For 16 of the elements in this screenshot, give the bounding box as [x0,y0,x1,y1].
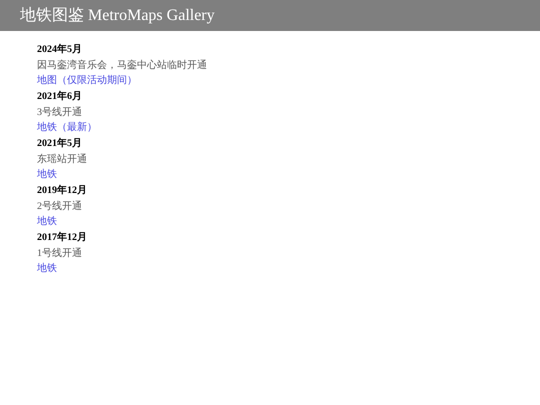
map-link[interactable]: 地铁 [37,262,57,276]
map-link[interactable]: 地铁 [37,215,57,229]
map-link[interactable]: 地铁（最新） [37,121,97,135]
map-link[interactable]: 地铁 [37,168,57,182]
date-heading: 2021年5月 [37,137,82,151]
event-description: 1号线开通 [37,247,82,261]
event-description: 2号线开通 [37,200,82,214]
site-title: 地铁图鉴 MetroMaps Gallery [20,6,215,26]
event-description: 3号线开通 [37,106,82,120]
date-heading: 2024年5月 [37,43,82,57]
map-link[interactable]: 地图（仅限活动期间） [37,74,137,88]
event-description: 东瑶站开通 [37,153,87,167]
date-heading: 2017年12月 [37,231,87,245]
date-heading: 2019年12月 [37,184,87,198]
event-description: 因马銮湾音乐会，马銮中心站临时开通 [37,59,207,73]
date-heading: 2021年6月 [37,90,82,104]
